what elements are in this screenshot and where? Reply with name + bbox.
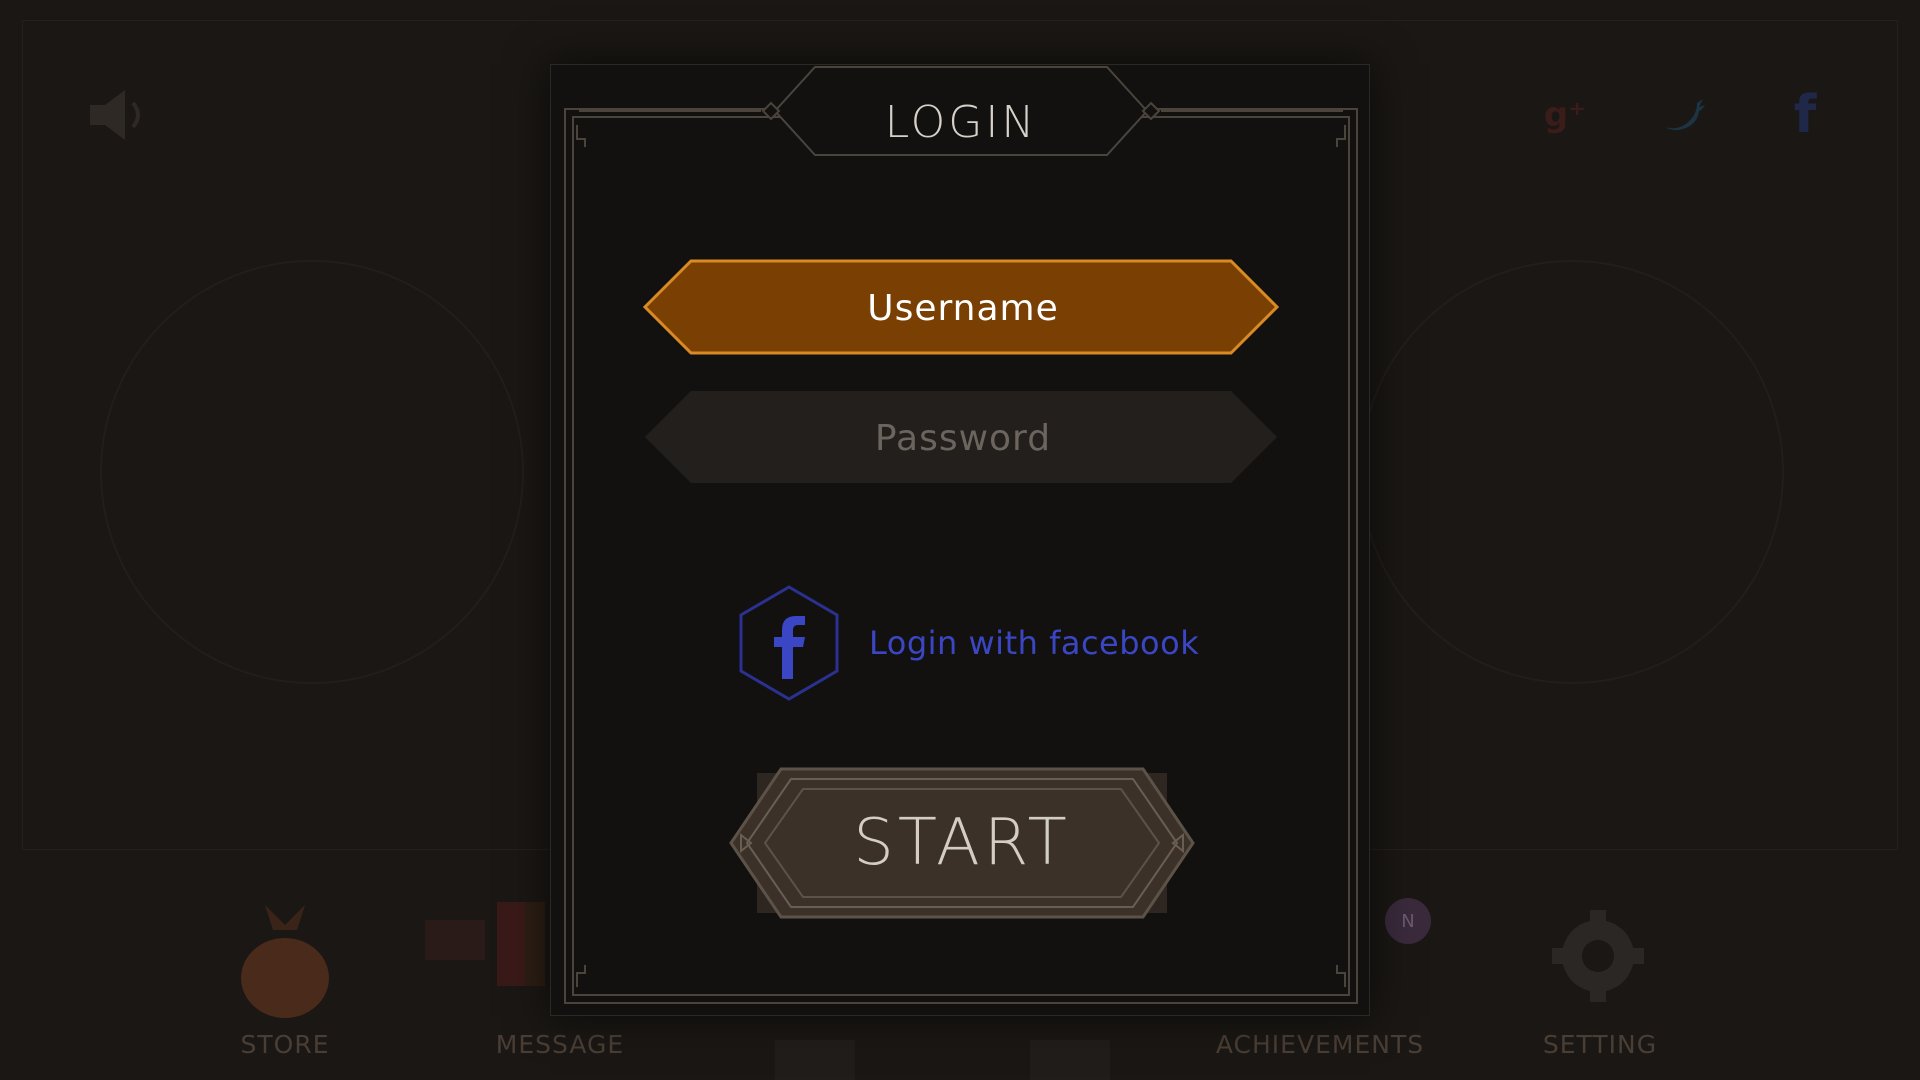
twitter-icon: [1665, 99, 1705, 131]
achievements-badge: N: [1385, 898, 1431, 944]
money-bag-icon: [241, 905, 329, 1018]
background-ring-left: [100, 260, 524, 684]
message-icon: [425, 902, 545, 986]
start-button-label: START: [853, 806, 1071, 880]
modal-title: LOGIN: [884, 97, 1038, 148]
password-input[interactable]: [703, 389, 1223, 487]
sound-button[interactable]: [70, 70, 170, 160]
google-plus-button[interactable]: g⁺: [1535, 85, 1595, 145]
background-ring-right: [1360, 260, 1784, 684]
nav-setting[interactable]: SETTING: [1530, 1030, 1670, 1059]
username-field[interactable]: [643, 259, 1279, 357]
background-bottom-block-1: [775, 1040, 855, 1080]
password-field[interactable]: [643, 389, 1279, 487]
speaker-icon: [90, 90, 140, 140]
facebook-login-button[interactable]: Login with facebook: [737, 583, 1217, 703]
background-bottom-block-2: [1030, 1040, 1110, 1080]
nav-store[interactable]: STORE: [200, 1030, 370, 1059]
gear-icon: [1552, 910, 1644, 1002]
google-plus-icon: g⁺: [1543, 95, 1587, 135]
start-button[interactable]: START: [727, 765, 1197, 921]
facebook-login-label: Login with facebook: [869, 624, 1200, 662]
facebook-icon: f: [1793, 85, 1817, 145]
login-modal: LOGIN Login with facebook: [550, 64, 1370, 1016]
nav-message[interactable]: MESSAGE: [470, 1030, 650, 1059]
facebook-button-bg[interactable]: f: [1775, 85, 1835, 145]
twitter-button[interactable]: [1655, 85, 1715, 145]
facebook-hex-icon: [737, 583, 841, 703]
nav-achievements[interactable]: ACHIEVEMENTS: [1205, 1030, 1435, 1059]
username-input[interactable]: [703, 259, 1223, 357]
